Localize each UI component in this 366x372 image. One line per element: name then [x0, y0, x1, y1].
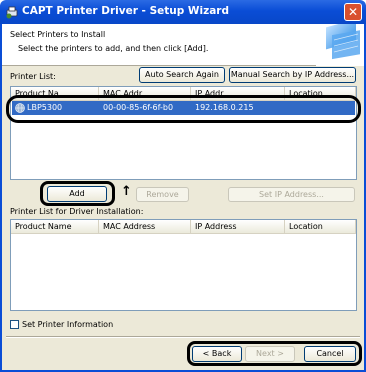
highlight-oval — [6, 95, 361, 123]
close-button[interactable]: ✕ — [344, 3, 362, 21]
header-subtitle: Select the printers to add, and then cli… — [18, 44, 209, 53]
manual-search-button[interactable]: Manual Search by IP Address... — [229, 67, 356, 83]
set-ip-address-button[interactable]: Set IP Address... — [228, 187, 355, 202]
column-header[interactable]: MAC Address — [99, 220, 191, 234]
printer-list-label: Printer List: — [10, 72, 56, 81]
column-header[interactable]: IP Address — [191, 220, 285, 234]
column-header[interactable]: Product Name — [11, 220, 99, 234]
footer-highlight-oval — [187, 341, 362, 366]
install-list-header: Product Name MAC Address IP Address Loca… — [11, 220, 356, 234]
arrow-up-icon: ↑ — [121, 184, 132, 199]
header-title: Select Printers to Install — [10, 30, 106, 39]
set-printer-info-label: Set Printer Information — [22, 320, 114, 329]
auto-search-button[interactable]: Auto Search Again — [139, 67, 225, 83]
footer-separator — [6, 336, 360, 338]
set-printer-info-checkbox[interactable] — [10, 320, 19, 329]
window-title: CAPT Printer Driver - Setup Wizard — [22, 5, 229, 17]
printer-app-icon — [6, 6, 18, 19]
printers-graphic-icon — [316, 24, 364, 66]
column-header[interactable]: Location — [285, 220, 356, 234]
add-highlight-oval — [40, 181, 115, 206]
remove-button[interactable]: Remove — [136, 187, 189, 202]
install-list-label: Printer List for Driver Installation: — [10, 207, 144, 216]
install-list-table[interactable]: Product Name MAC Address IP Address Loca… — [10, 219, 357, 311]
